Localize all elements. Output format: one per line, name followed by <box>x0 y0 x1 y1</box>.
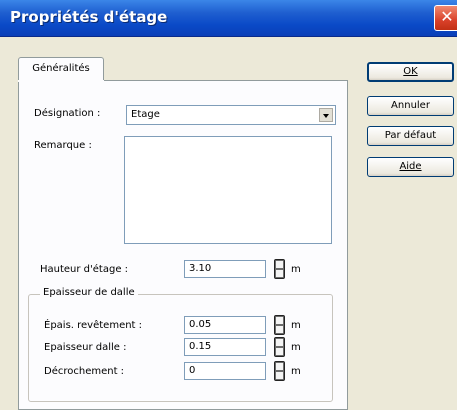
par-defaut-button[interactable]: Par défaut <box>367 126 454 146</box>
epaisseur-dalle-spinner-icon[interactable] <box>274 337 285 357</box>
epaisseur-dalle-label: Epaisseur dalle : <box>44 342 127 353</box>
close-button[interactable]: ✕ <box>434 5 457 31</box>
remarque-textarea[interactable] <box>124 136 332 244</box>
annuler-button[interactable]: Annuler <box>367 96 454 116</box>
epaisseur-dalle-input[interactable]: 0.15 <box>184 338 266 356</box>
decrochement-input[interactable]: 0 <box>184 362 266 380</box>
hauteur-spinner-icon[interactable] <box>274 259 285 279</box>
decrochement-label: Décrochement : <box>44 366 125 377</box>
tab-label: Généralités <box>32 63 90 74</box>
revetement-label: Épais. revêtement : <box>44 320 143 331</box>
tab-generalites[interactable]: Généralités <box>18 57 104 81</box>
designation-label: Désignation : <box>34 108 101 119</box>
hauteur-input[interactable]: 3.10 <box>184 260 266 278</box>
designation-value: Etage <box>131 109 160 120</box>
ok-button[interactable]: OK <box>367 62 454 82</box>
hauteur-unit: m <box>291 264 301 275</box>
hauteur-label: Hauteur d'étage : <box>40 264 129 275</box>
revetement-unit: m <box>291 320 301 331</box>
ok-label: OK <box>403 66 418 77</box>
aide-label: Aide <box>399 161 422 172</box>
window-title: Propriétés d'étage <box>10 8 168 26</box>
aide-button[interactable]: Aide <box>367 157 454 177</box>
remarque-label: Remarque : <box>34 140 92 151</box>
decrochement-unit: m <box>291 366 301 377</box>
title-bar: Propriétés d'étage <box>0 0 457 37</box>
tab-joiner <box>18 80 104 82</box>
chevron-down-icon[interactable] <box>319 108 333 122</box>
epaisseur-dalle-unit: m <box>291 342 301 353</box>
epaisseur-group-title: Epaisseur de dalle <box>40 287 138 298</box>
designation-select[interactable]: Etage <box>126 105 336 125</box>
revetement-input[interactable]: 0.05 <box>184 316 266 334</box>
decrochement-spinner-icon[interactable] <box>274 361 285 381</box>
close-icon: ✕ <box>440 7 454 26</box>
revetement-spinner-icon[interactable] <box>274 315 285 335</box>
